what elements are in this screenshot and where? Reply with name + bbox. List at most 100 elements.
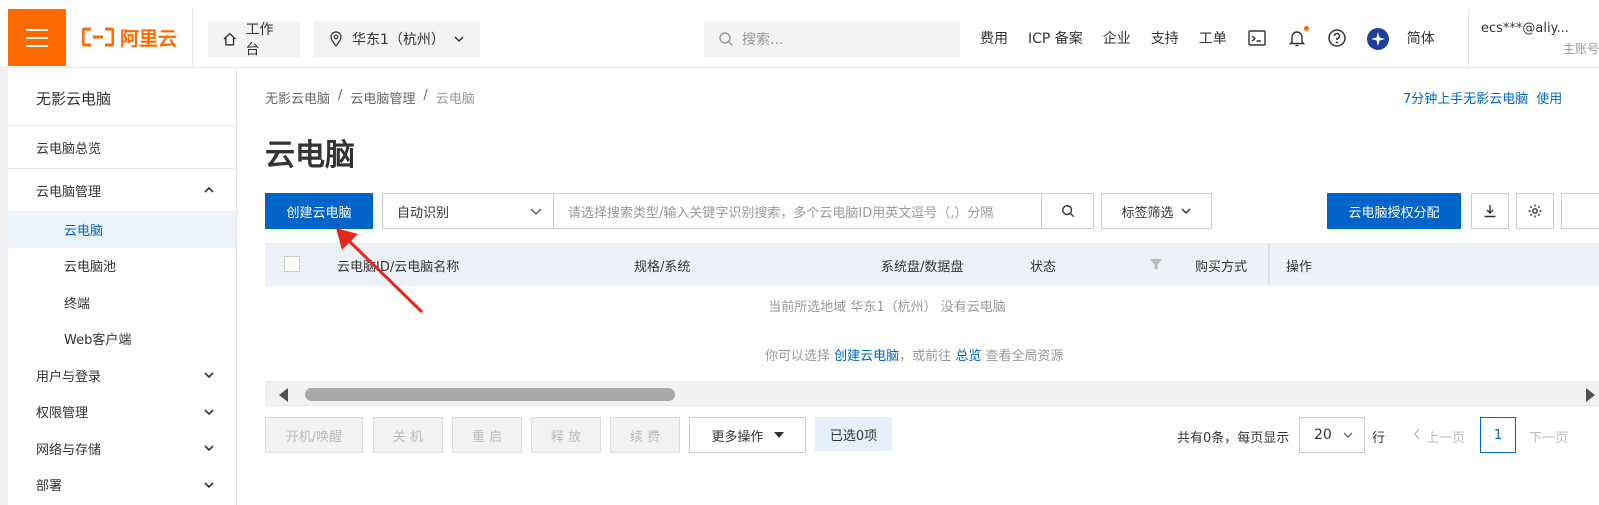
search-icon [1061,205,1074,218]
region-label: 华东1（杭州） [352,32,445,48]
search-placeholder: 搜索... [742,32,784,48]
tag-filter-label: 标签筛选 [1121,205,1174,221]
create-desktop-button[interactable]: 创建云电脑 [265,193,373,229]
enterprise-link[interactable]: 企业 [1103,28,1131,48]
chevron-down-icon [1343,432,1353,438]
top-navigation-bar: 阿里云 工作台 华东1（杭州） 搜索... 费用 ICP 备案 企业 支持 工单 [0,0,1599,68]
ticket-link[interactable]: 工单 [1199,28,1227,48]
global-search-input[interactable]: 搜索... [704,21,960,57]
sidebar-item-label: 部署 [36,479,63,495]
hint-text: 查看全局资源 [985,349,1064,364]
settings-button[interactable] [1516,193,1554,229]
icp-link[interactable]: ICP 备案 [1028,28,1083,48]
more-tools-button[interactable] [1561,193,1599,229]
filter-icon[interactable] [1149,258,1163,271]
quickstart-link[interactable]: 7分钟上手无影云电脑 [1403,88,1528,107]
chevron-down-icon [204,409,214,415]
sidebar-item-overview[interactable]: 云电脑总览 [8,126,236,168]
top-links: 费用 ICP 备案 企业 支持 工单 简体 [980,26,1455,50]
breadcrumb-item[interactable]: 无影云电脑 [265,88,330,107]
page-number-current[interactable]: 1 [1480,417,1516,453]
aliyun-logo[interactable]: 阿里云 [82,24,177,50]
scroll-left-arrow-icon[interactable] [279,388,288,402]
empty-state-text: 当前所选地域 华东1（杭州） 没有云电脑 [768,300,1006,315]
sidebar-item-desktop-pool[interactable]: 云电脑池 [8,248,236,285]
sidebar-item-label: 终端 [64,296,91,312]
keyword-search-input[interactable]: 请选择搜索类型/输入关键字识别搜索，多个云电脑ID用英文逗号（,）分隔 [554,193,1042,229]
download-icon [1484,205,1496,218]
language-switch[interactable]: 简体 [1407,28,1435,48]
breadcrumb-separator: / [338,88,343,103]
prev-page-button[interactable]: 上一页 [1412,427,1465,446]
sidebar-item-terminal[interactable]: 终端 [8,284,236,321]
terminal-icon[interactable] [1247,28,1267,48]
column-divider [1268,243,1270,286]
chevron-down-icon [204,445,214,452]
help-icon[interactable] [1327,28,1347,48]
horizontal-scrollbar[interactable] [265,381,1599,406]
cost-link[interactable]: 费用 [980,28,1008,48]
scroll-right-arrow-icon[interactable] [1586,388,1595,402]
left-frame [0,68,8,505]
caret-down-icon [773,432,784,438]
sidebar-item-web-client[interactable]: Web客户端 [8,321,236,358]
user-account-menu[interactable]: ecs***@aliy... 主账号 [1468,9,1599,66]
page-size-select[interactable]: 20 [1299,417,1365,453]
sidebar-item-users-login[interactable]: 用户与登录 [8,357,236,394]
bell-icon[interactable] [1287,26,1309,48]
release-button[interactable]: 释 放 [531,417,601,453]
chevron-left-icon [1414,428,1420,440]
notification-dot [1303,26,1309,31]
breadcrumb-current: 云电脑 [435,92,475,107]
menu-bar-line [26,36,48,39]
scroll-thumb[interactable] [305,388,675,401]
sidebar-item-desktop-management[interactable]: 云电脑管理 [8,169,236,211]
desktop-authorization-button[interactable]: 云电脑授权分配 [1327,193,1461,229]
search-type-select[interactable]: 自动识别 [382,193,554,229]
sidebar-item-label: 云电脑池 [64,260,117,276]
support-link[interactable]: 支持 [1151,28,1179,48]
hint-text: 你可以选择 [765,349,831,364]
region-selector[interactable]: 华东1（杭州） [314,21,480,57]
tag-filter-button[interactable]: 标签筛选 [1101,193,1212,229]
more-actions-dropdown[interactable]: 更多操作 [689,417,806,453]
search-type-value: 自动识别 [397,205,450,221]
shutdown-button[interactable]: 关 机 [373,417,443,453]
breadcrumb-item[interactable]: 云电脑管理 [350,88,415,107]
sidebar: 无影云电脑 云电脑总览 云电脑管理 云电脑 云电脑池 终端 Web客户端 用户与… [8,68,237,505]
menu-bar-line [26,44,48,47]
overview-link[interactable]: 总览 [955,349,981,364]
download-button[interactable] [1471,193,1509,229]
workbench-button[interactable]: 工作台 [208,21,300,58]
search-button[interactable] [1042,193,1094,229]
gear-icon [1528,204,1542,218]
chevron-down-icon [454,36,464,43]
column-header-spec: 规格/系统 [634,260,691,275]
restart-button[interactable]: 重 启 [452,417,522,453]
column-header-status: 状态 [1030,260,1057,275]
create-desktop-link[interactable]: 创建云电脑 [834,349,899,364]
sidebar-item-network-storage[interactable]: 网络与存储 [8,430,236,467]
sidebar-item-deploy[interactable]: 部署 [8,467,236,504]
hamburger-menu-button[interactable] [8,9,66,66]
usage-link[interactable]: 使用 [1536,88,1562,107]
aliyun-logo-icon [82,27,114,47]
prev-page-label: 上一页 [1426,431,1466,446]
user-role: 主账号 [1562,42,1599,56]
next-page-button[interactable]: 下一页 [1529,427,1568,446]
guide-links: 7分钟上手无影云电脑 使用 [1403,88,1562,107]
user-name: ecs***@aliy... [1481,21,1569,36]
sidebar-item-label: 权限管理 [36,406,89,422]
start-button[interactable]: 开机/唤醒 [265,417,363,453]
sidebar-item-permissions[interactable]: 权限管理 [8,394,236,431]
chevron-down-icon [204,372,214,379]
renew-button[interactable]: 续 费 [610,417,680,453]
chevron-down-icon [1180,208,1191,215]
assistant-icon[interactable] [1366,28,1389,50]
select-all-checkbox[interactable] [284,256,300,272]
divider [192,9,193,66]
column-header-actions: 操作 [1286,260,1313,275]
hint-text: ，或前往 [899,349,952,364]
table-header: 云电脑ID/云电脑名称 规格/系统 系统盘/数据盘 状态 购买方式 操作 [265,243,1599,286]
sidebar-item-desktops[interactable]: 云电脑 [8,211,236,248]
